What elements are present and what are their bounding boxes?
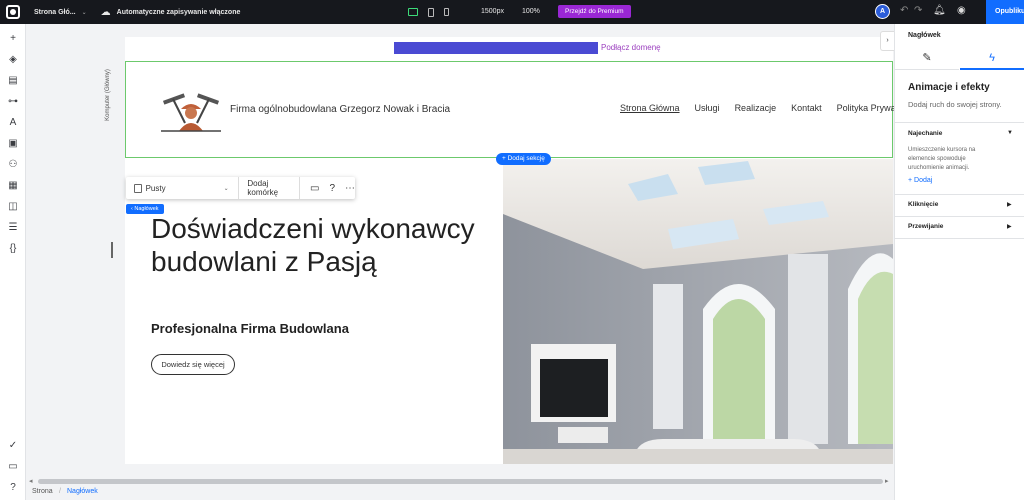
preview-eye-icon[interactable]: ◉ [957, 5, 966, 16]
help-icon[interactable]: ? [7, 482, 19, 494]
apps-icon[interactable]: ⚇ [7, 159, 19, 171]
media-icon[interactable]: ▣ [7, 138, 19, 150]
divider [895, 216, 1024, 217]
collapse-panel-icon[interactable]: › [880, 31, 894, 51]
breakpoint-width[interactable]: 1500px [481, 8, 504, 15]
connect-domain-link[interactable]: Podłącz domenę [601, 43, 661, 52]
top-bar: Strona Głó... ⌄ ☁ Automatyczne zapisywan… [0, 0, 1024, 24]
caret-right-icon[interactable]: ▶ [1007, 223, 1012, 230]
hover-description: Umieszczenie kursora na elemencie spowod… [908, 147, 976, 171]
drag-handle[interactable] [111, 242, 113, 258]
chevron-down-icon[interactable]: ⌄ [82, 9, 87, 16]
divider [895, 238, 1024, 239]
empty-cell-checkbox[interactable] [134, 183, 142, 193]
pen-icon: ✎ [922, 52, 932, 64]
section-click[interactable]: Kliknięcie [908, 201, 938, 208]
bell-icon[interactable]: 🔔︎ [933, 5, 946, 16]
text-styles-icon[interactable]: A [7, 117, 19, 129]
add-element-icon[interactable]: + [7, 33, 19, 45]
hero-subtitle[interactable]: Profesjonalna Firma Budowlana [151, 321, 349, 336]
nav-item-privacy[interactable]: Polityka Prywat [837, 103, 899, 113]
checklist-icon[interactable]: ✓ [7, 440, 19, 452]
nav-item-projects[interactable]: Realizacje [735, 103, 777, 113]
panel-description: Dodaj ruch do swojej strony. [908, 100, 1002, 109]
caret-right-icon[interactable]: ▶ [1007, 201, 1012, 208]
lightning-icon: ϟ [989, 52, 995, 64]
horizontal-scrollbar[interactable]: ◂ ▸ [26, 476, 894, 486]
scroll-right-icon[interactable]: ▸ [885, 477, 889, 485]
scroll-left-icon[interactable]: ◂ [29, 477, 33, 485]
tablet-icon[interactable] [428, 7, 434, 17]
chat-icon[interactable]: ▭ [7, 461, 19, 473]
cloud-icon: ☁ [100, 6, 111, 18]
avatar[interactable]: A [875, 4, 890, 19]
pages-icon[interactable]: ▤ [7, 75, 19, 87]
section-scroll[interactable]: Przewijanie [908, 223, 943, 230]
add-section-button[interactable]: + Dodaj sekcję [496, 153, 551, 165]
hero-image[interactable] [503, 159, 893, 464]
site-structure-icon[interactable]: ⊶ [7, 96, 19, 108]
grid-apps-icon[interactable]: ▦ [7, 180, 19, 192]
add-hover-animation-button[interactable]: + Dodaj [908, 177, 932, 184]
caret-down-icon[interactable]: ▼ [1007, 130, 1013, 136]
tab-design[interactable]: ✎ [895, 48, 959, 70]
hero-title[interactable]: Doświadczeni wykonawcy budowlani z Pasją [151, 212, 491, 278]
comment-icon[interactable]: ▭ [310, 183, 319, 194]
divider [299, 177, 300, 199]
scrollbar-thumb[interactable] [38, 479, 883, 484]
divider [237, 177, 239, 199]
device-label: Komputer (Główny) [105, 62, 120, 132]
device-switcher [408, 0, 449, 24]
learn-more-button[interactable]: Dowiedz się więcej [151, 354, 235, 375]
nav-item-home[interactable]: Strona Główna [620, 103, 680, 113]
upgrade-premium-button[interactable]: Przejdź do Premium [558, 5, 631, 18]
divider [895, 194, 1024, 195]
nav-item-contact[interactable]: Kontakt [791, 103, 822, 113]
nav-item-services[interactable]: Usługi [695, 103, 720, 113]
publish-button[interactable]: Opublikuj [986, 0, 1024, 24]
floating-toolbar: Pusty ⌄ Dodaj komórkę ▭ ? ⋯ [126, 177, 355, 199]
site-name[interactable]: Strona Głó... [34, 9, 76, 16]
mobile-icon[interactable] [444, 8, 449, 16]
site-nav: Strona Główna Usługi Realizacje Kontakt … [620, 103, 898, 113]
business-icon[interactable]: ◫ [7, 201, 19, 213]
code-icon[interactable]: {} [7, 243, 19, 255]
inspector-panel: Nagłówek ✎ ϟ Animacje i efekty Dodaj ruc… [894, 24, 1024, 500]
tab-animations[interactable]: ϟ [960, 48, 1024, 70]
add-cell-button[interactable]: Dodaj komórkę [247, 179, 290, 197]
cell-type-select[interactable]: Pusty [146, 184, 166, 193]
section-hover[interactable]: Najechanie [908, 130, 942, 137]
domain-banner [394, 42, 598, 54]
breadcrumb-separator: / [59, 488, 61, 495]
breadcrumb-current[interactable]: Nagłówek [67, 488, 98, 495]
autosave-status: Automatyczne zapisywanie włączone [116, 8, 241, 16]
panel-title: Nagłówek [908, 32, 941, 39]
panel-heading: Animacje i efekty [908, 82, 990, 93]
cms-icon[interactable]: ☰ [7, 222, 19, 234]
device-label-text: Komputer (Główny) [104, 69, 111, 121]
more-icon[interactable]: ⋯ [345, 183, 355, 194]
undo-icon[interactable]: ↶ [900, 5, 908, 16]
company-logo [161, 93, 221, 132]
wix-logo-icon[interactable] [6, 5, 20, 19]
redo-icon[interactable]: ↷ [914, 5, 922, 16]
desktop-icon[interactable] [408, 8, 418, 16]
help-icon[interactable]: ? [329, 183, 335, 194]
company-name[interactable]: Firma ogólnobudowlana Grzegorz Nowak i B… [230, 104, 450, 115]
zoom-level[interactable]: 100% [522, 8, 540, 15]
divider [895, 122, 1024, 123]
breadcrumb-root[interactable]: Strona [32, 488, 53, 495]
left-toolbar: + ◈ ▤ ⊶ A ▣ ⚇ ▦ ◫ ☰ {} ✓ ▭ ? [0, 24, 26, 500]
chevron-down-icon[interactable]: ⌄ [224, 185, 229, 192]
breadcrumb: Strona / Nagłówek [26, 486, 894, 500]
layers-icon[interactable]: ◈ [7, 54, 19, 66]
